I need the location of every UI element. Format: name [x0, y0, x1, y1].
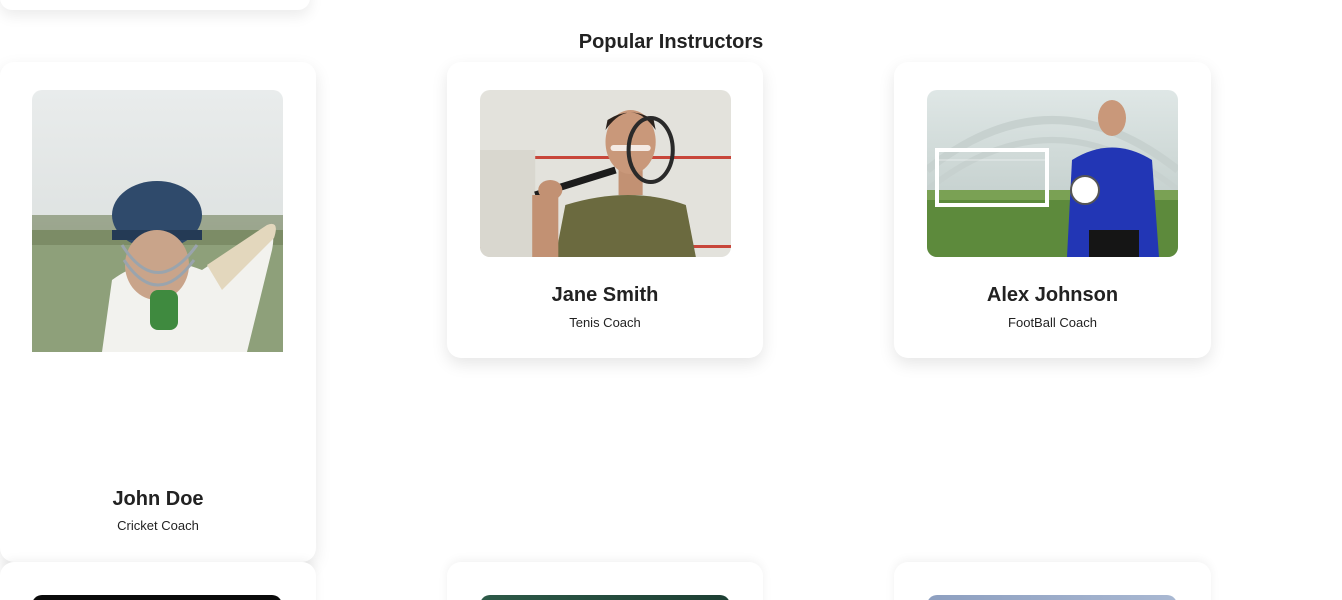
- section-title: Popular Instructors: [578, 31, 764, 53]
- instructor-photo: [32, 595, 282, 600]
- instructor-name: Alex Johnson: [986, 284, 1119, 306]
- instructor-photo: [927, 90, 1178, 257]
- instructor-card-partial[interactable]: [447, 562, 763, 600]
- instructor-card[interactable]: Alex Johnson FootBall Coach: [894, 62, 1211, 358]
- instructor-role: Cricket Coach: [117, 518, 199, 533]
- instructor-card[interactable]: John Doe Cricket Coach: [0, 62, 316, 562]
- instructor-role: Tenis Coach: [569, 315, 641, 330]
- previous-section-card: [0, 0, 310, 10]
- instructor-card[interactable]: Jane Smith Tenis Coach: [447, 62, 763, 358]
- instructor-name: John Doe: [112, 488, 204, 510]
- instructor-photo: [32, 90, 283, 352]
- instructor-photo: [480, 595, 730, 600]
- instructor-card-partial[interactable]: [0, 562, 316, 600]
- instructor-name: Jane Smith: [551, 284, 659, 306]
- instructor-card-partial[interactable]: [894, 562, 1211, 600]
- instructor-role: FootBall Coach: [1008, 315, 1097, 330]
- instructor-photo: [927, 595, 1177, 600]
- instructor-photo: [480, 90, 731, 257]
